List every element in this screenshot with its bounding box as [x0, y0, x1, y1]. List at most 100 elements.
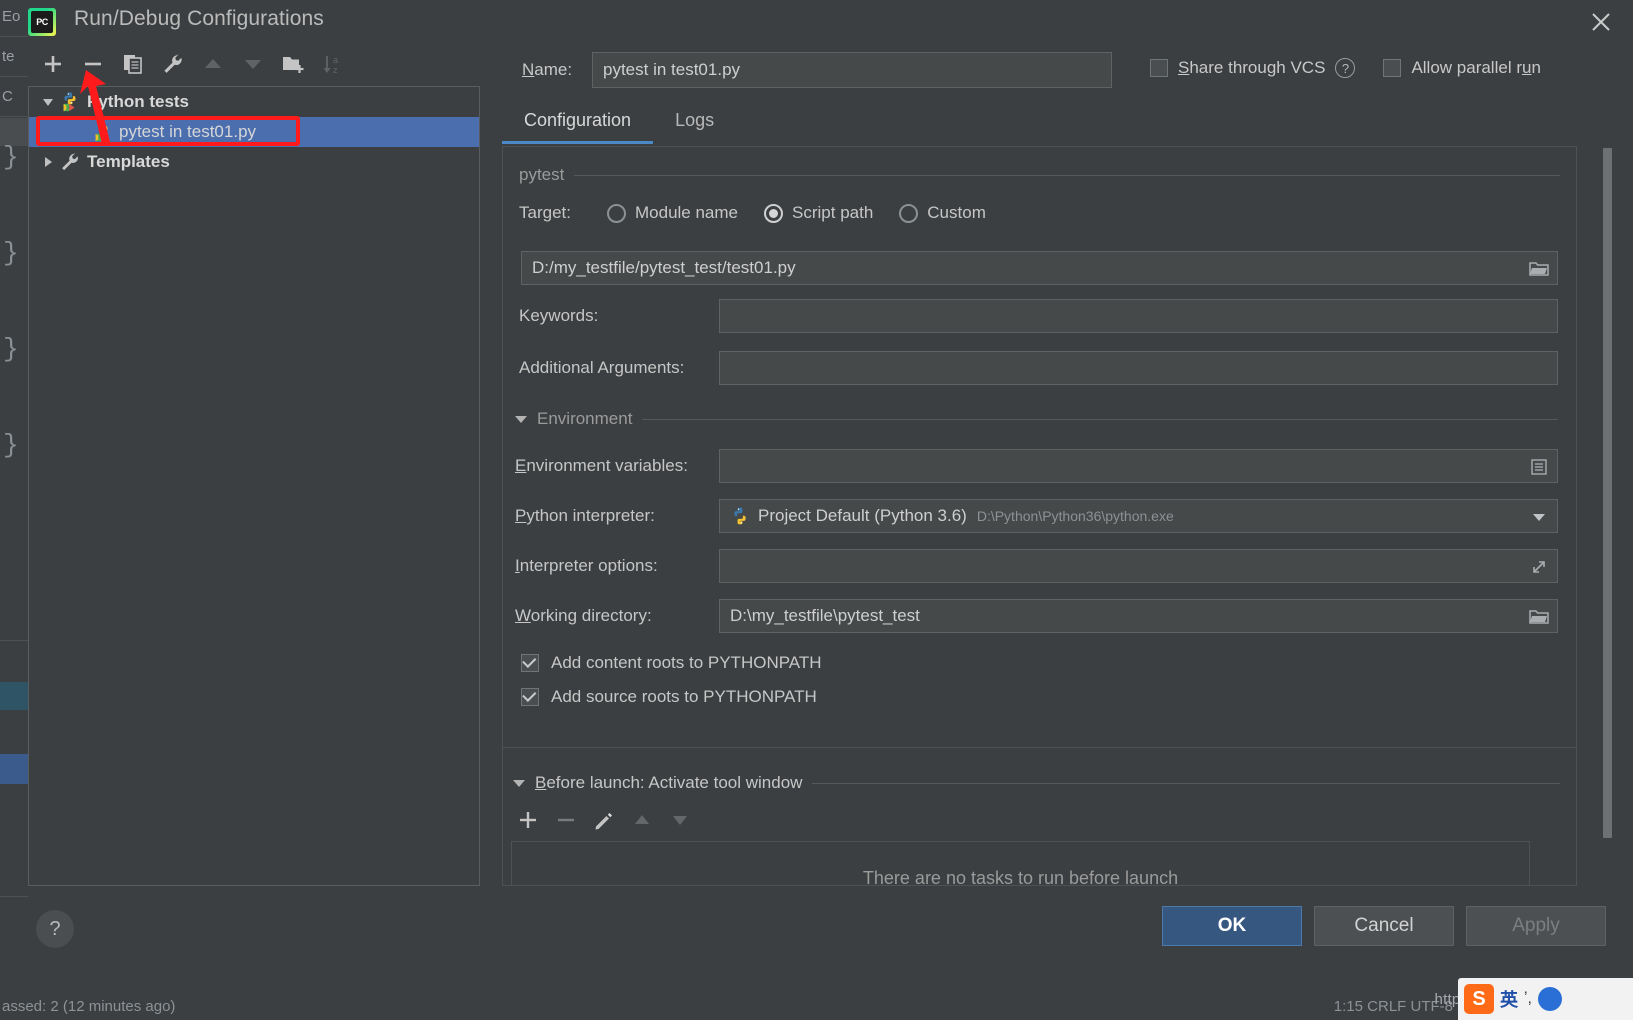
move-task-up-button[interactable]	[631, 809, 653, 836]
list-edit-icon[interactable]	[1522, 451, 1556, 483]
name-label: Name:	[522, 60, 573, 79]
question-mark-icon[interactable]: ?	[1335, 58, 1356, 78]
pytest-icon	[63, 92, 76, 112]
add-configuration-button[interactable]	[38, 49, 68, 79]
environment-variables-row: Environment variables:	[515, 449, 1558, 483]
working-directory-label: Working directory:	[515, 606, 652, 625]
move-down-button[interactable]	[238, 49, 268, 79]
remove-configuration-button[interactable]	[78, 49, 108, 79]
radio-custom[interactable]	[899, 203, 919, 223]
tab-configuration[interactable]: Configuration	[502, 102, 654, 144]
caret-down-icon[interactable]	[515, 415, 527, 423]
help-button[interactable]: ?	[36, 910, 74, 948]
target-option-label: Custom	[927, 203, 986, 222]
target-option-custom[interactable]: Custom	[899, 203, 986, 223]
radio-script-path[interactable]	[764, 203, 784, 223]
configurations-tree[interactable]: Python tests pytest in test01.py Templat…	[28, 86, 480, 886]
before-launch-tasks-list[interactable]: There are no tasks to run before launch	[511, 841, 1530, 886]
pytest-icon	[95, 122, 108, 142]
close-icon[interactable]	[1585, 6, 1617, 38]
tree-node-templates[interactable]: Templates	[29, 147, 479, 177]
chevron-right-icon[interactable]	[37, 155, 59, 169]
bg-text-0: Eo	[2, 8, 21, 25]
move-up-button[interactable]	[198, 49, 228, 79]
dialog-options-group: Share through VCS ? Allow parallel run	[1150, 58, 1541, 78]
target-option-module-name[interactable]: Module name	[607, 203, 738, 223]
tree-node-python-tests[interactable]: Python tests	[29, 87, 479, 117]
interpreter-options-field[interactable]	[719, 549, 1558, 583]
bg-glyph: }	[3, 142, 19, 172]
script-path-value: D:/my_testfile/pytest_test/test01.py	[532, 258, 796, 277]
add-content-roots-checkbox[interactable]	[521, 654, 539, 672]
tab-logs[interactable]: Logs	[653, 102, 736, 144]
keywords-field[interactable]	[719, 299, 1558, 333]
chevron-down-icon[interactable]	[1522, 501, 1556, 533]
remove-task-button[interactable]	[555, 809, 577, 836]
interpreter-options-row: Interpreter options:	[515, 549, 1558, 583]
tree-node-label: Templates	[87, 152, 170, 171]
copy-configuration-button[interactable]	[118, 49, 148, 79]
interpreter-options-label: Interpreter options:	[515, 556, 658, 575]
dialog-title-bar: PC Run/Debug Configurations	[28, 0, 1633, 44]
cancel-button[interactable]: Cancel	[1314, 906, 1454, 946]
ok-button[interactable]: OK	[1162, 906, 1302, 946]
working-directory-field[interactable]: D:\my_testfile\pytest_test	[719, 599, 1558, 633]
edit-task-button[interactable]	[593, 809, 615, 836]
form-divider	[503, 747, 1576, 748]
scrollbar-thumb[interactable]	[1603, 148, 1612, 838]
bg-glyph: }	[3, 430, 19, 460]
environment-variables-field[interactable]	[719, 449, 1558, 483]
allow-parallel-run-checkbox[interactable]	[1383, 59, 1402, 77]
python-interpreter-dropdown[interactable]: Project Default (Python 3.6) D:\Python\P…	[719, 499, 1558, 533]
tree-node-pytest-in-test01[interactable]: pytest in test01.py	[29, 117, 479, 147]
share-through-vcs-checkbox[interactable]	[1150, 59, 1168, 77]
python-interpreter-path: D:\Python\Python36\python.exe	[976, 508, 1174, 524]
section-environment-label: Environment	[537, 409, 633, 428]
target-option-script-path[interactable]: Script path	[764, 203, 873, 223]
before-launch-header: Before launch: Activate tool window	[513, 773, 1560, 793]
add-task-button[interactable]	[517, 809, 539, 836]
new-folder-button[interactable]	[278, 49, 308, 79]
tree-node-label: pytest in test01.py	[119, 122, 257, 141]
section-pytest-label: pytest	[519, 165, 565, 184]
chevron-down-icon[interactable]	[37, 95, 59, 109]
ime-menu-icon[interactable]	[1538, 987, 1562, 1011]
section-environment: Environment	[515, 409, 1558, 429]
name-input[interactable]	[592, 52, 1112, 88]
name-row: Name: Share through VCS ? Allow parallel…	[490, 52, 1621, 88]
apply-button[interactable]: Apply	[1466, 906, 1606, 946]
caret-down-icon[interactable]	[513, 779, 525, 787]
bg-divider	[0, 36, 30, 37]
additional-arguments-field[interactable]	[719, 351, 1558, 385]
add-source-roots-row[interactable]: Add source roots to PYTHONPATH	[521, 687, 817, 707]
working-directory-value: D:\my_testfile\pytest_test	[730, 606, 920, 625]
ime-punctuation-indicator: ʼ,	[1524, 990, 1532, 1007]
add-content-roots-row[interactable]: Add content roots to PYTHONPATH	[521, 653, 822, 673]
section-divider	[812, 782, 1560, 784]
expand-icon[interactable]	[1522, 551, 1556, 583]
configuration-scrollbar[interactable]	[1601, 148, 1613, 838]
tree-toolbar: a z	[28, 46, 480, 82]
folder-icon[interactable]	[1522, 253, 1556, 285]
bg-divider	[0, 116, 30, 117]
dialog-title: Run/Debug Configurations	[74, 7, 324, 30]
bg-divider	[0, 896, 30, 897]
keywords-row: Keywords:	[519, 299, 1558, 333]
add-source-roots-checkbox[interactable]	[521, 688, 539, 706]
configuration-editor-panel: Name: Share through VCS ? Allow parallel…	[490, 46, 1621, 886]
tree-node-label: Python tests	[87, 92, 190, 111]
sogou-logo-icon: S	[1464, 984, 1494, 1014]
bg-status-left: assed: 2 (12 minutes ago)	[2, 998, 176, 1015]
radio-module-name[interactable]	[607, 203, 626, 223]
sort-az-button[interactable]: a z	[318, 49, 348, 79]
bg-text-1: te	[2, 48, 15, 65]
edit-templates-button[interactable]	[158, 49, 188, 79]
script-path-field[interactable]: D:/my_testfile/pytest_test/test01.py	[521, 251, 1558, 285]
bg-text-2: C	[2, 88, 13, 105]
target-option-label: Script path	[792, 203, 874, 222]
move-task-down-button[interactable]	[669, 809, 691, 836]
folder-icon[interactable]	[1522, 601, 1556, 633]
section-divider	[574, 174, 1560, 176]
python-interpreter-label: Python interpreter:	[515, 506, 655, 525]
before-launch-empty-message: There are no tasks to run before launch	[862, 867, 1179, 886]
